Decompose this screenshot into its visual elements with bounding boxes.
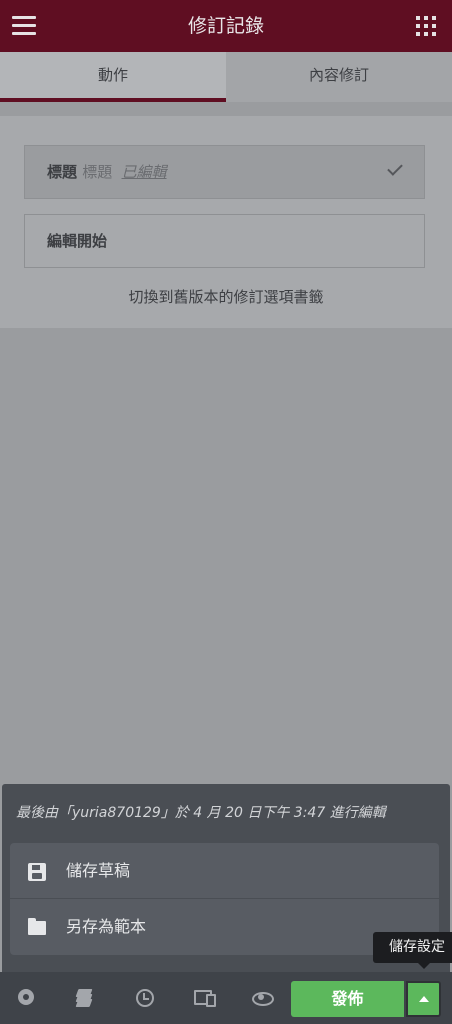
- tab-bar: 動作 內容修訂: [0, 52, 452, 102]
- publish-button[interactable]: 發佈: [291, 981, 404, 1017]
- check-icon: [387, 160, 403, 176]
- revision-label: 標題: [47, 163, 78, 181]
- apps-grid-icon[interactable]: [416, 16, 436, 36]
- revision-status: 已編輯: [121, 163, 167, 181]
- caret-up-icon: [419, 996, 429, 1002]
- settings-icon[interactable]: [15, 986, 37, 1008]
- revision-item-title[interactable]: 標題 標題 已編輯: [24, 145, 425, 199]
- save-settings-tooltip: 儲存設定: [373, 932, 452, 963]
- page-title: 修訂記錄: [187, 15, 264, 37]
- folder-icon: [28, 918, 46, 935]
- history-icon[interactable]: [133, 986, 155, 1008]
- revision-label: 編輯開始: [47, 232, 108, 250]
- save-draft-button[interactable]: 儲存草稿: [10, 843, 439, 899]
- top-bar: 修訂記錄: [0, 0, 452, 52]
- revision-item-start[interactable]: 編輯開始: [24, 214, 425, 268]
- tab-actions[interactable]: 動作: [0, 52, 226, 102]
- revision-sub: 標題: [82, 163, 113, 181]
- publish-options-button[interactable]: [406, 981, 441, 1017]
- tab-revisions[interactable]: 內容修訂: [226, 52, 452, 102]
- last-edit-text: 最後由「yuria870129」於 4 月 20 日下午 3:47 進行編輯: [16, 805, 386, 821]
- save-draft-label: 儲存草稿: [66, 861, 131, 880]
- save-as-template-label: 另存為範本: [66, 917, 147, 936]
- tooltip-arrow: [418, 963, 430, 969]
- eye-icon[interactable]: [251, 986, 274, 1008]
- layers-icon[interactable]: [74, 986, 96, 1008]
- responsive-icon[interactable]: [193, 986, 216, 1008]
- revisions-hint: 切換到舊版本的修訂選項書籤: [128, 288, 324, 306]
- save-icon: [28, 863, 46, 881]
